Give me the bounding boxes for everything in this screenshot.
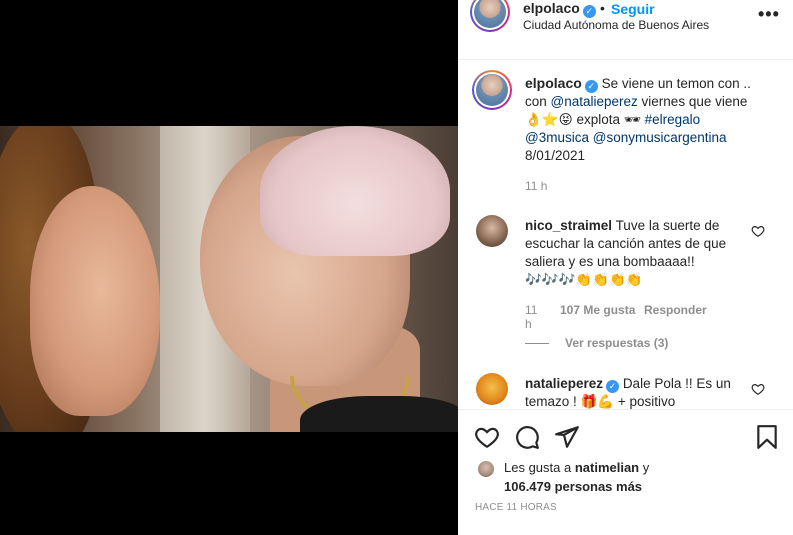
commenter-avatar[interactable] xyxy=(476,373,508,405)
avatar-image xyxy=(476,74,508,106)
comment-text-2: escuchar la canción antes de que xyxy=(525,236,727,251)
verified-badge-icon: ✓ xyxy=(606,380,620,393)
commenter-avatar[interactable] xyxy=(476,215,508,247)
comment-text-2: temazo ! 🎁💪 + positivo xyxy=(525,394,676,409)
author-username[interactable]: elpolaco xyxy=(523,0,580,16)
verified-badge-icon: ✓ xyxy=(582,5,596,18)
hashtag-link[interactable]: #elregalo xyxy=(645,112,701,127)
caption-text-3: viernes que viene xyxy=(637,94,748,109)
post-actions-section: Les gusta a natimelian y 106.479 persona… xyxy=(458,409,793,535)
author-name-row: elpolaco ✓ xyxy=(523,0,596,18)
mention-link[interactable]: @sonymusicargentina xyxy=(593,130,727,145)
caption-time[interactable]: 11 h xyxy=(525,179,547,193)
separator-dot: • xyxy=(600,0,605,16)
caption-text-4: 👌⭐😝 explota 🕶 xyxy=(525,112,645,127)
more-options-icon[interactable]: ••• xyxy=(758,4,780,25)
follow-button[interactable]: Seguir xyxy=(611,1,655,17)
paper-plane-icon[interactable] xyxy=(554,424,580,450)
caption-text-2: con xyxy=(525,94,551,109)
likes-prefix: Les gusta a xyxy=(504,460,575,475)
comment-username[interactable]: nico_straimel xyxy=(525,218,612,233)
bookmark-icon[interactable] xyxy=(754,424,780,450)
caption-line-2: con @natalieperez viernes que viene xyxy=(525,93,787,111)
comment-line-1: natalieperez ✓ Dale Pola !! Es un xyxy=(525,375,755,393)
likes-connector: y xyxy=(639,460,650,475)
heart-icon[interactable] xyxy=(474,424,500,450)
comment-time[interactable]: 11 h xyxy=(525,303,537,331)
comment-text-1: Dale Pola !! Es un xyxy=(622,376,731,391)
caption-line-4: @3musica @sonymusicargentina xyxy=(525,129,787,147)
caption-line-1: elpolaco ✓ Se viene un temon con .. xyxy=(525,74,787,93)
replies-divider xyxy=(525,343,549,344)
caption-username[interactable]: elpolaco xyxy=(525,75,582,91)
comment-block: nico_straimel Tuve la suerte de escuchar… xyxy=(525,217,755,289)
comment-icon[interactable] xyxy=(514,424,540,450)
comment-block: natalieperez ✓ Dale Pola !! Es un temazo … xyxy=(525,375,755,409)
caption-line-3: 👌⭐😝 explota 🕶 #elregalo xyxy=(525,111,787,129)
likes-summary: Les gusta a natimelian y 106.479 persona… xyxy=(504,458,649,496)
author-avatar[interactable] xyxy=(470,0,510,32)
likes-count[interactable]: 106.479 personas más xyxy=(504,479,642,494)
caption-date: 8/01/2021 xyxy=(525,148,586,163)
comment-text-3: saliera y es una bombaaaa!! xyxy=(525,254,695,269)
video-frame[interactable] xyxy=(0,126,458,432)
man-hair xyxy=(260,126,450,256)
comment-like-heart-icon[interactable] xyxy=(751,382,765,396)
comment-text-1: Tuve la suerte de xyxy=(615,218,720,233)
view-replies-button[interactable]: Ver respuestas (3) xyxy=(565,336,668,350)
caption-block: elpolaco ✓ Se viene un temon con .. con @… xyxy=(525,74,787,165)
caption-text-1: Se viene un temon con .. xyxy=(601,76,751,91)
post-media[interactable] xyxy=(0,0,458,535)
man-shirt xyxy=(300,396,458,432)
comment-line-1: nico_straimel Tuve la suerte de xyxy=(525,217,755,235)
comment-username[interactable]: natalieperez xyxy=(525,376,603,391)
comment-likes-count[interactable]: 107 Me gusta xyxy=(560,303,635,317)
caption-author-avatar[interactable] xyxy=(472,70,512,110)
mention-link[interactable]: @3musica xyxy=(525,130,589,145)
liker-avatar[interactable] xyxy=(478,461,494,477)
woman-face xyxy=(30,186,160,416)
mention-link[interactable]: @natalieperez xyxy=(551,94,638,109)
post-location[interactable]: Ciudad Autónoma de Buenos Aires xyxy=(523,18,709,32)
comment-like-heart-icon[interactable] xyxy=(751,224,765,238)
reply-button[interactable]: Responder xyxy=(644,303,707,317)
liker-username[interactable]: natimelian xyxy=(575,460,639,475)
comments-panel[interactable]: elpolaco ✓ Se viene un temon con .. con @… xyxy=(458,61,793,409)
verified-badge-icon: ✓ xyxy=(584,80,598,93)
post-timestamp[interactable]: HACE 11 HORAS xyxy=(475,502,557,513)
comment-text-4: 🎶🎶🎶👏👏👏👏 xyxy=(525,272,643,287)
